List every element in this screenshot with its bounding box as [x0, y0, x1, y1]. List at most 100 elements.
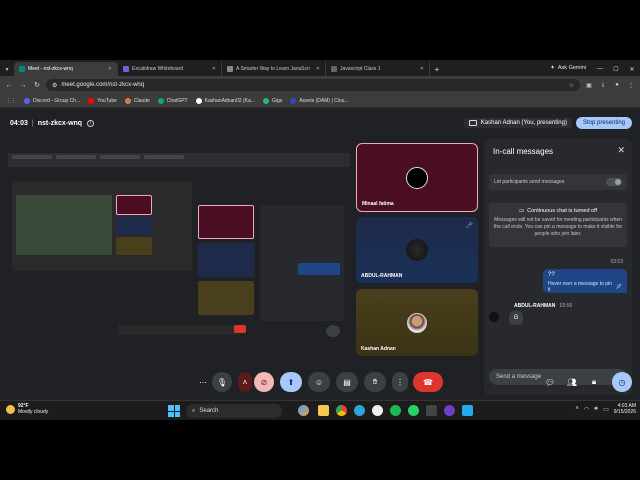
participant-tile-abdul-rahman[interactable]: 🎤︎ ABDUL-RAHMAN: [356, 217, 478, 283]
meeting-time: 04:03: [10, 119, 28, 127]
minimize-icon[interactable]: —: [592, 62, 608, 76]
tab-search-icon[interactable]: ▾: [0, 62, 14, 76]
forward-icon[interactable]: →: [18, 80, 28, 90]
bookmark-star-icon[interactable]: ☆: [569, 82, 574, 89]
meeting-code: nst-zkcx-wnq: [37, 119, 83, 127]
pin-hint-text: Hover over a message to pin it: [548, 281, 612, 293]
bookmark-label: YouTube: [97, 97, 117, 104]
activities-button[interactable]: ◷: [612, 372, 632, 392]
bookmark-youtube[interactable]: YouTube: [88, 97, 117, 104]
send-reaction-button[interactable]: ☺: [308, 372, 330, 392]
chat-icon: 💬︎: [544, 377, 556, 387]
my-message-bubble[interactable]: ?? Hover over a message to pin it 📌︎: [543, 269, 627, 293]
battery-icon[interactable]: ▭: [603, 406, 609, 413]
chat-button[interactable]: 💬︎: [542, 372, 558, 392]
bookmark-label: Claude: [133, 97, 150, 104]
camera-options-button[interactable]: ˄: [238, 372, 252, 392]
leave-call-button[interactable]: ☎︎: [413, 372, 443, 392]
windows-start-icon[interactable]: [168, 405, 180, 417]
bookmarks-bar: ⋮⋮ Discord - Group Ch... YouTube Claude …: [0, 94, 640, 108]
more-options-button[interactable]: ⋮: [392, 372, 408, 392]
microphone-button[interactable]: 🎙︎: [212, 372, 232, 392]
close-tab-icon[interactable]: ✕: [212, 66, 216, 72]
site-info-icon[interactable]: ⚙: [52, 82, 57, 89]
speaker-icon[interactable]: 🔊︎: [594, 406, 598, 413]
wifi-icon[interactable]: ◠: [584, 406, 589, 413]
clock-date: 9/15/2026: [613, 409, 636, 415]
tab-title: Javascript Class 1: [340, 66, 381, 72]
tab-strip: ▾ Meet - nst-zkcx-wnq ✕ Excalidraw White…: [0, 60, 640, 76]
address-bar[interactable]: ⚙ meet.google.com/nst-zkcx-wnq ☆: [46, 79, 580, 91]
weather-widget[interactable]: 92°F Mostly cloudy: [6, 403, 48, 415]
notice-title-text: Continuous chat is turned off: [527, 208, 598, 214]
captions-button[interactable]: ▤: [336, 372, 358, 392]
chevron-up-icon[interactable]: ˄: [576, 406, 580, 412]
bookmark-label: ChatGPT: [166, 97, 188, 104]
tab-title: A Smarter Way to Learn JavaScri: [236, 66, 310, 72]
maximize-icon[interactable]: ☐: [608, 62, 624, 76]
new-tab-button[interactable]: +: [430, 62, 444, 76]
present-screen-button[interactable]: ⬆: [280, 372, 302, 392]
their-message-bubble[interactable]: G: [509, 311, 523, 325]
menu-icon[interactable]: ⋮: [626, 80, 636, 90]
github-desktop-icon[interactable]: [444, 405, 455, 416]
notice-title: ▭ Continuous chat is turned off: [493, 208, 623, 214]
close-icon[interactable]: ✕: [617, 145, 625, 156]
page-favicon-icon: [331, 66, 337, 72]
chrome-icon[interactable]: [336, 405, 347, 416]
close-window-icon[interactable]: ✕: [624, 62, 640, 76]
copilot-icon[interactable]: [298, 405, 309, 416]
tab-javascript-book[interactable]: A Smarter Way to Learn JavaScri ✕: [222, 62, 326, 76]
weather-icon: [6, 404, 15, 414]
camera-off-button[interactable]: ⊘: [254, 372, 274, 392]
participant-tile-minaal[interactable]: Minaal fatima: [356, 143, 478, 212]
close-tab-icon[interactable]: ✕: [108, 66, 112, 72]
host-controls-button[interactable]: 🔒︎: [586, 372, 602, 392]
header-separator: |: [31, 119, 34, 127]
hand-icon: ✋︎: [372, 377, 378, 386]
bookmark-label: Gigs: [271, 97, 283, 104]
bookmark-discord[interactable]: Discord - Group Ch...: [24, 97, 80, 104]
bookmark-apps-icon[interactable]: ⋮⋮: [6, 98, 16, 104]
bookmark-cloudinary[interactable]: Assets (DAM) | Clou...: [290, 97, 349, 104]
terminal-icon[interactable]: [426, 405, 437, 416]
participant-tile-kashan[interactable]: Kashan Adnan: [356, 289, 478, 356]
downloads-icon[interactable]: ⤓: [598, 80, 608, 90]
fiverr-icon: [262, 97, 269, 104]
bookmark-label: Assets (DAM) | Clou...: [299, 97, 349, 104]
whatsapp-icon[interactable]: [408, 405, 419, 416]
captions-icon: ▤: [343, 377, 351, 387]
bookmark-chatgpt[interactable]: ChatGPT: [157, 97, 188, 104]
chatgpt-app-icon[interactable]: [372, 405, 383, 416]
stop-presenting-button[interactable]: Stop presenting: [575, 117, 632, 129]
pin-hint: Hover over a message to pin it 📌︎: [548, 281, 622, 293]
edge-icon[interactable]: [354, 405, 365, 416]
send-messages-toggle[interactable]: [606, 178, 622, 186]
taskbar-search[interactable]: ⌕ Search: [186, 404, 282, 418]
bookmark-gigs[interactable]: Gigs: [262, 97, 283, 104]
spotify-icon[interactable]: [390, 405, 401, 416]
tab-meet[interactable]: Meet - nst-zkcx-wnq ✕: [14, 62, 118, 76]
page-favicon-icon: [227, 66, 233, 72]
extensions-icon[interactable]: ▣: [584, 80, 594, 90]
bookmark-claude[interactable]: Claude: [124, 97, 150, 104]
profile-icon[interactable]: ●: [612, 80, 622, 90]
file-explorer-icon[interactable]: [318, 405, 329, 416]
back-icon[interactable]: ←: [4, 80, 14, 90]
tab-excalidraw[interactable]: Excalidraw Whiteboard ✕: [118, 62, 222, 76]
bookmark-github[interactable]: KashanAdnan02 (Ka...: [195, 97, 255, 104]
close-tab-icon[interactable]: ✕: [316, 66, 320, 72]
people-button[interactable]: 👥︎: [564, 372, 580, 392]
raise-hand-button[interactable]: ✋︎: [364, 372, 386, 392]
clock[interactable]: 4:03 AM 9/15/2026: [614, 403, 636, 415]
ask-gemini-button[interactable]: ✦ Ask Gemini: [544, 62, 592, 74]
tab-javascript-class[interactable]: Javascript Class 1 ✕: [326, 62, 430, 76]
meeting-info-icon[interactable]: i: [87, 119, 95, 127]
reload-icon[interactable]: ↻: [32, 80, 42, 90]
pin-icon[interactable]: 📌︎: [616, 284, 622, 290]
avatar: [406, 166, 428, 189]
avatar: [406, 239, 428, 261]
audio-options-icon[interactable]: ⋯: [196, 372, 210, 392]
close-tab-icon[interactable]: ✕: [420, 66, 424, 72]
vscode-icon[interactable]: [462, 405, 473, 416]
